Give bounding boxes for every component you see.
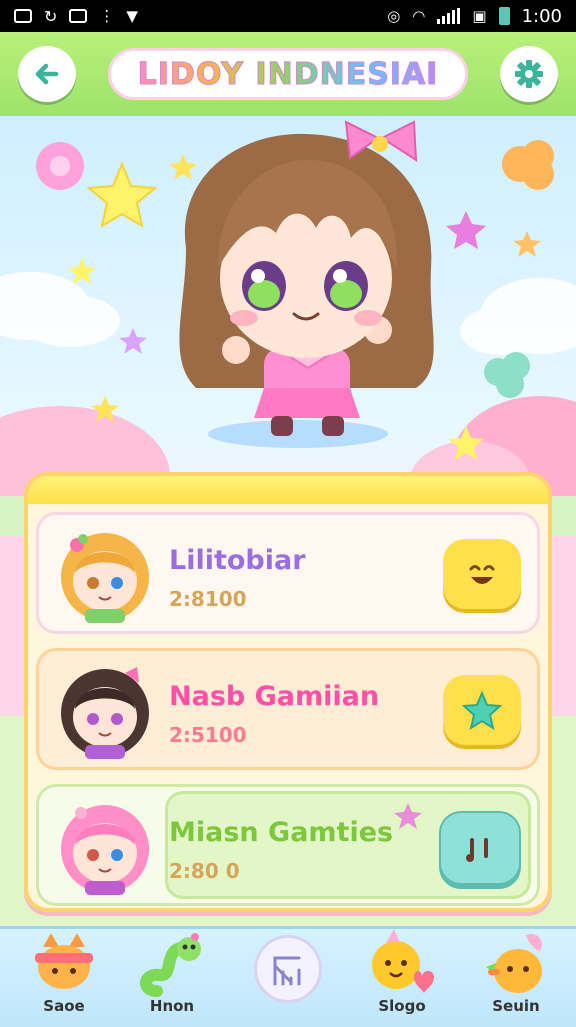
star-icon	[91, 396, 119, 422]
shield-icon: ▼	[126, 7, 138, 25]
nav-item-center[interactable]	[238, 929, 338, 1027]
fox-icon	[486, 933, 542, 993]
emote-button[interactable]	[443, 539, 521, 609]
smile-face-icon	[469, 565, 495, 584]
game-header: LIDOY INDNESIAI	[0, 32, 576, 119]
status-left: ↻ ⋮ ▼	[14, 7, 138, 26]
list-item[interactable]: Lilitobiar 2:8100	[36, 512, 540, 634]
title-banner: LIDOY INDNESIAI	[108, 48, 468, 100]
character-list-panel: Lilitobiar 2:8100 Nasb Gamiian 2:5100 Mi…	[24, 472, 552, 912]
avatar	[61, 805, 149, 895]
arrow-left-icon	[35, 63, 59, 85]
player-score: 2:8100	[169, 587, 247, 611]
flower-icon	[36, 142, 84, 190]
back-button[interactable]	[18, 46, 76, 102]
player-name: Lilitobiar	[169, 545, 306, 576]
game-title: LIDOY INDNESIAI	[137, 56, 439, 92]
build-icon	[273, 956, 301, 986]
player-name: Nasb Gamiian	[169, 681, 380, 712]
nav-label: Seuin	[492, 997, 540, 1015]
status-time: 1:00	[521, 5, 562, 27]
player-name: Miasn Gamties	[169, 817, 394, 848]
clover-icon	[484, 352, 530, 398]
image-icon	[14, 9, 32, 23]
status-right: ◎ ◠ ▣ 1:00	[387, 6, 562, 27]
wifi-icon: ◠	[412, 7, 426, 25]
signal-icon	[437, 8, 461, 24]
hair-bow	[344, 120, 418, 162]
cloud-icon	[502, 140, 554, 190]
avatar	[61, 533, 149, 623]
hotspot-icon: ◎	[387, 7, 401, 25]
avatar	[61, 667, 149, 759]
chibi-character	[179, 120, 434, 448]
star-icon	[513, 231, 541, 257]
nav-item-seuin[interactable]: Seuin	[466, 929, 566, 1027]
star-icon	[394, 803, 422, 829]
gallery-icon	[69, 9, 88, 23]
nav-item-hnon[interactable]: Hnon	[122, 929, 222, 1027]
star-icon	[462, 690, 502, 730]
settings-button[interactable]	[500, 46, 558, 102]
star-icon	[68, 258, 96, 284]
list-item[interactable]: Nasb Gamiian 2:5100	[36, 648, 540, 770]
panel-header-strip	[28, 476, 548, 504]
center-nav-button[interactable]	[254, 935, 322, 1003]
cat-icon	[35, 933, 93, 989]
nav-label: Saoe	[43, 997, 85, 1015]
bottom-nav: Saoe Hnon Slogo Seuin	[0, 926, 576, 1027]
nav-item-saoe[interactable]: Saoe	[14, 929, 114, 1027]
star-icon	[119, 328, 147, 354]
list-item[interactable]: Miasn Gamties 2:80 0	[36, 784, 540, 906]
music-notes-icon	[466, 838, 488, 862]
gear-icon	[515, 60, 543, 88]
nav-label: Hnon	[149, 997, 195, 1015]
battery-icon	[498, 7, 510, 25]
status-bar: ↻ ⋮ ▼ ◎ ◠ ▣ 1:00	[0, 0, 576, 32]
player-score: 2:5100	[169, 723, 247, 747]
player-score: 2:80 0	[169, 859, 240, 883]
more-icon: ⋮	[99, 7, 115, 25]
music-button[interactable]	[439, 811, 521, 885]
pet-heart-icon	[372, 929, 434, 993]
nav-item-slogo[interactable]: Slogo	[352, 929, 452, 1027]
favorite-button[interactable]	[443, 675, 521, 745]
snake-icon	[140, 933, 201, 997]
screenshot-icon: ▣	[472, 7, 487, 25]
sync-icon: ↻	[44, 6, 58, 26]
nav-label: Slogo	[378, 997, 426, 1015]
